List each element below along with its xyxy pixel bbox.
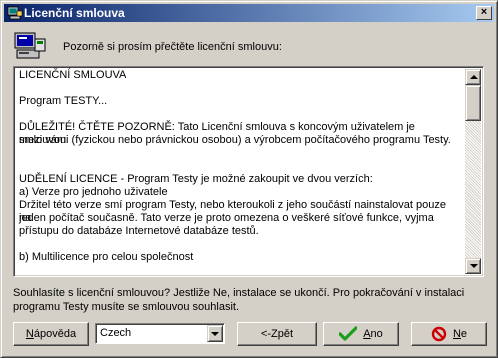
window-title: Licenční smlouva	[24, 6, 125, 20]
license-line	[19, 108, 459, 121]
question-line-2: programu Testy musíte se smlouvou souhla…	[13, 301, 240, 313]
agreement-question: Souhlasíte s licenční smlouvou? Jestliže…	[13, 286, 489, 314]
language-dropdown-button[interactable]	[207, 325, 223, 342]
license-line	[19, 160, 459, 173]
no-button[interactable]: Ne	[411, 322, 487, 346]
arrow-up-icon	[470, 75, 478, 79]
license-line: a) Verze pro jednoho uživatele	[19, 186, 168, 198]
yes-button[interactable]: Ano	[323, 322, 399, 346]
license-text: LICENČNÍ SMLOUVA Program TESTY... DŮLEŽITÉ…	[19, 69, 459, 264]
license-line: UDĚLENÍ LICENCE - Program Testy je možné…	[19, 173, 373, 185]
back-button[interactable]: <-Zpět	[237, 322, 317, 346]
license-line	[19, 238, 459, 251]
yes-label: Ano	[363, 328, 383, 340]
scroll-thumb[interactable]	[465, 85, 481, 121]
header-instruction: Pozorně si prosím přečtěte licenční smlo…	[63, 41, 282, 53]
scroll-down-button[interactable]	[465, 258, 481, 274]
question-line-1: Souhlasíte s licenční smlouvou? Jestliže…	[13, 287, 465, 299]
vertical-scrollbar[interactable]	[465, 69, 481, 274]
license-line: mezi vámi (fyzickou nebo právnickou osob…	[19, 134, 451, 146]
setup-icon	[7, 6, 23, 20]
license-line: DŮLEŽITÉ! ČTĚTE POZORNĚ: Tato Licenční s…	[19, 121, 418, 146]
help-button[interactable]: Nápověda	[13, 322, 89, 346]
license-line: Program TESTY...	[19, 95, 108, 107]
title-bar[interactable]: Licenční smlouva ×	[4, 4, 494, 22]
no-entry-icon	[431, 326, 447, 342]
no-label: Ne	[452, 328, 468, 340]
close-icon: ×	[480, 6, 488, 18]
close-button[interactable]: ×	[476, 6, 492, 20]
language-select[interactable]: Czech	[95, 323, 225, 344]
computer-setup-icon	[14, 32, 46, 59]
license-line: přístupu do databáze Internetové databáz…	[19, 225, 259, 237]
language-value: Czech	[100, 327, 132, 339]
scroll-up-button[interactable]	[465, 69, 481, 85]
license-line	[19, 82, 459, 95]
arrow-down-icon	[470, 264, 478, 268]
license-textbox[interactable]: LICENČNÍ SMLOUVA Program TESTY... DŮLEŽITÉ…	[13, 66, 484, 277]
license-line	[19, 147, 459, 160]
license-line: b) Multilicence pro celou společnost	[19, 251, 194, 263]
license-dialog: Licenční smlouva × Pozorně si prosím pře…	[0, 0, 498, 358]
checkmark-icon	[339, 326, 358, 341]
license-line: jeden počítač současně. Tato verze je pr…	[19, 212, 434, 224]
license-line: Držitel této verze smí program Testy, ne…	[19, 199, 450, 224]
license-line: LICENČNÍ SMLOUVA	[19, 69, 127, 81]
help-label: Nápověda	[25, 328, 77, 340]
chevron-down-icon	[211, 332, 219, 336]
back-label: <-Zpět	[260, 328, 294, 340]
